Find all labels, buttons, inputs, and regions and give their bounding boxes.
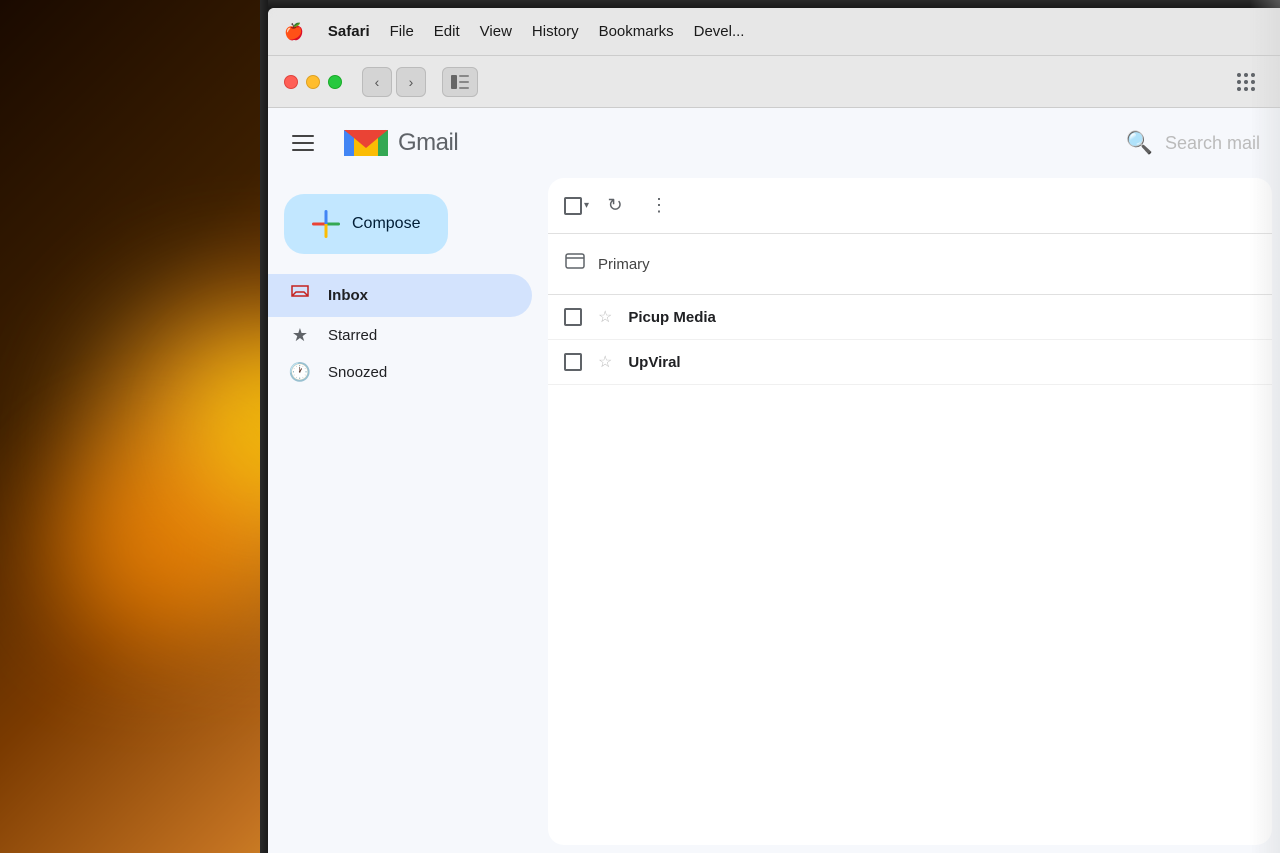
bookmarks-menu[interactable]: Bookmarks <box>599 23 674 40</box>
more-options-button[interactable]: ⋮ <box>641 188 677 224</box>
refresh-icon: ↻ <box>607 195 622 216</box>
hamburger-line-1 <box>292 135 314 137</box>
primary-tab[interactable]: Primary <box>548 234 1272 295</box>
snoozed-icon: 🕐 <box>288 362 312 383</box>
inbox-label: Inbox <box>328 287 368 304</box>
search-icon[interactable]: 🔍 <box>1126 130 1153 156</box>
email-sender-1: Picup Media <box>628 309 808 326</box>
sidebar-item-snoozed[interactable]: 🕐 Snoozed <box>268 354 532 391</box>
sidebar-toggle-button[interactable] <box>442 67 478 97</box>
laptop-bezel-left <box>260 0 268 853</box>
safari-menu[interactable]: Safari <box>328 23 370 40</box>
starred-label: Starred <box>328 327 377 344</box>
forward-icon: › <box>409 74 414 90</box>
email-sender-2: UpViral <box>628 354 808 371</box>
minimize-button[interactable] <box>306 75 320 89</box>
laptop-frame: 🍎 Safari File Edit View History Bookmark… <box>260 0 1280 853</box>
email-list: Primary ☆ Picup Media ☆ UpViral <box>548 234 1272 385</box>
browser-chrome: ‹ › <box>268 56 1280 108</box>
hamburger-line-3 <box>292 149 314 151</box>
compose-button[interactable]: Compose <box>284 194 448 254</box>
laptop-bezel-top <box>260 0 1280 8</box>
select-all-checkbox[interactable] <box>564 197 582 215</box>
select-all-wrapper: ▾ <box>564 197 589 215</box>
email-row-1[interactable]: ☆ Picup Media <box>548 295 1272 340</box>
view-menu[interactable]: View <box>480 23 512 40</box>
gmail-body: Compose Inbox ★ S <box>268 178 1280 853</box>
close-button[interactable] <box>284 75 298 89</box>
develop-menu[interactable]: Devel... <box>694 23 745 40</box>
inbox-icon <box>288 282 312 309</box>
hamburger-menu[interactable] <box>288 125 324 161</box>
gmail-content: Gmail 🔍 Search mail Co <box>268 108 1280 853</box>
forward-button[interactable]: › <box>396 67 426 97</box>
edit-menu[interactable]: Edit <box>434 23 460 40</box>
bokeh-light-2 <box>50 450 250 650</box>
compose-label: Compose <box>352 215 420 233</box>
grid-icon <box>1237 73 1255 91</box>
nav-buttons: ‹ › <box>362 67 426 97</box>
gmail-text: Gmail <box>398 129 458 157</box>
email-row-2[interactable]: ☆ UpViral <box>548 340 1272 385</box>
gmail-header: Gmail 🔍 Search mail <box>268 108 1280 178</box>
email-star-2[interactable]: ☆ <box>598 352 612 372</box>
select-chevron-icon[interactable]: ▾ <box>584 200 589 211</box>
back-button[interactable]: ‹ <box>362 67 392 97</box>
email-main-content: ▾ ↻ ⋮ <box>548 178 1272 845</box>
sidebar-item-starred[interactable]: ★ Starred <box>268 317 532 354</box>
snoozed-label: Snoozed <box>328 364 387 381</box>
hamburger-line-2 <box>292 142 314 144</box>
sidebar-toggle-icon <box>451 75 469 89</box>
primary-tab-icon <box>564 250 586 278</box>
search-area: 🔍 Search mail <box>1126 130 1260 156</box>
starred-icon: ★ <box>288 325 312 346</box>
email-star-1[interactable]: ☆ <box>598 307 612 327</box>
gmail-m-logo <box>340 117 392 169</box>
email-toolbar: ▾ ↻ ⋮ <box>548 178 1272 234</box>
history-menu[interactable]: History <box>532 23 579 40</box>
apple-menu[interactable]: 🍎 <box>284 22 304 42</box>
back-icon: ‹ <box>375 74 380 90</box>
grid-button[interactable] <box>1228 67 1264 97</box>
file-menu[interactable]: File <box>390 23 414 40</box>
traffic-lights <box>284 75 342 89</box>
more-icon: ⋮ <box>650 195 668 216</box>
email-checkbox-1[interactable] <box>564 308 582 326</box>
screen: 🍎 Safari File Edit View History Bookmark… <box>268 8 1280 853</box>
sidebar-item-inbox[interactable]: Inbox <box>268 274 532 317</box>
search-placeholder-text: Search mail <box>1165 133 1260 154</box>
gmail-sidebar: Compose Inbox ★ S <box>268 178 548 853</box>
mac-menubar: 🍎 Safari File Edit View History Bookmark… <box>268 8 1280 56</box>
primary-tab-label: Primary <box>598 256 650 273</box>
maximize-button[interactable] <box>328 75 342 89</box>
compose-plus-icon <box>312 210 340 238</box>
email-checkbox-2[interactable] <box>564 353 582 371</box>
gmail-logo: Gmail <box>340 117 458 169</box>
refresh-button[interactable]: ↻ <box>597 188 633 224</box>
